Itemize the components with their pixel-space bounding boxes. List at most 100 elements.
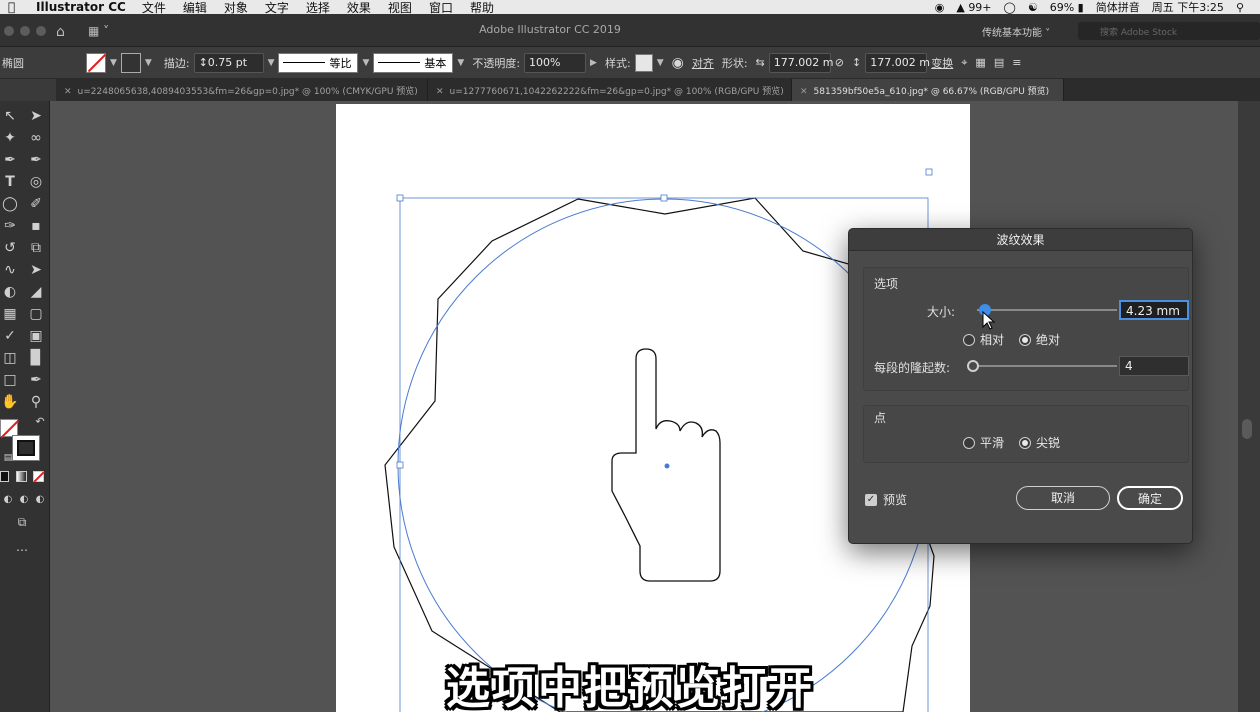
menu-edit[interactable]: 编辑 [183,0,207,15]
none-mode-icon[interactable] [33,471,45,483]
panel-menu-icon[interactable]: ≡ [1012,56,1021,69]
menu-object[interactable]: 对象 [224,0,248,15]
workspace-switcher[interactable]: 传统基本功能 ˅ [982,24,1050,39]
close-icon[interactable]: ✕ [64,87,72,97]
eraser-tool-icon[interactable]: ▪ [26,217,46,235]
blend-tool-icon[interactable]: ▣ [26,327,46,345]
selection-tool-icon[interactable]: ↖ [0,107,20,125]
mesh-tool-icon[interactable]: ▦ [0,305,20,323]
sync-icon[interactable]: ◯ [1004,1,1016,14]
isolate-icon[interactable]: ⌖ [961,56,967,70]
size-input[interactable]: 4.23 mm [1119,300,1189,320]
menu-effect[interactable]: 效果 [347,0,371,15]
chevron-down-icon[interactable]: ▼ [268,58,275,68]
ellipse-tool-icon[interactable]: ◯ [0,195,20,213]
ridges-slider[interactable] [971,365,1117,367]
gradient-tool-icon[interactable]: ▢ [26,305,46,323]
slice-tool-icon[interactable]: ✒ [26,371,46,389]
chevron-down-icon[interactable]: ▼ [110,58,117,68]
type-tool-icon[interactable]: T [0,173,20,191]
tab-document-2[interactable]: ✕ u=1277760671,1042262222&fm=26&gp=0.jpg*… [428,79,792,101]
color-mode-icon[interactable] [0,471,9,482]
chevron-right-icon[interactable]: ▶ [590,58,597,68]
arrange-icon[interactable]: ▦ [975,56,985,69]
curvature-tool-icon[interactable]: ✒ [26,151,46,169]
app-menu[interactable]: Illustrator CC [36,0,126,14]
symbol-sprayer-tool-icon[interactable]: ◫ [0,349,20,367]
close-icon[interactable]: ✕ [800,87,808,97]
size-slider[interactable] [977,309,1117,311]
relative-radio[interactable]: 相对 [963,331,1004,348]
draw-inside-icon[interactable]: ◐ [30,491,50,509]
shaper-tool-icon[interactable]: ✑ [0,217,20,235]
stock-search-input[interactable]: 搜索 Adobe Stock [1078,22,1260,40]
input-method[interactable]: 简体拼音 [1096,0,1140,14]
eyedropper-tool-icon[interactable]: ✓ [0,327,20,345]
opacity-input[interactable]: 100% [524,52,587,73]
close-icon[interactable]: ✕ [436,87,444,97]
column-graph-tool-icon[interactable]: ▉ [26,349,46,367]
notification-badge[interactable]: ▲ 99+ [956,1,991,14]
edit-toolbar-icon[interactable]: ⋯ [12,541,32,559]
fill-swatch[interactable] [86,52,106,73]
pen-tool-icon[interactable]: ✒ [0,151,20,169]
variable-width-profile[interactable]: 等比 [278,52,359,73]
ridges-input[interactable]: 4 [1119,356,1189,376]
wifi-icon[interactable]: ☯ [1028,1,1038,14]
ok-button[interactable]: 确定 [1117,486,1183,510]
ridges-slider-knob[interactable] [967,360,979,372]
battery-status[interactable]: 69% ▮ [1050,1,1084,14]
warp-tool-icon[interactable]: ∿ [0,261,20,279]
perspective-grid-tool-icon[interactable]: ◢ [26,283,46,301]
direct-selection-tool-icon[interactable]: ➤ [26,107,46,125]
menu-view[interactable]: 视图 [388,0,412,15]
constrain-proportions-icon[interactable]: ⊘ [835,56,844,69]
absolute-radio[interactable]: 绝对 [1019,331,1060,348]
default-colors-icon[interactable]: ▤ [0,449,18,467]
zoom-tool-icon[interactable]: ⚲ [26,393,46,411]
tab-document-3[interactable]: ✕ 581359bf50e5a_610.jpg* @ 66.67% (RGB/GP… [792,79,1064,101]
transform-link[interactable]: 变换 [931,55,953,71]
puppet-warp-tool-icon[interactable]: ➤ [26,261,46,279]
tab-document-1[interactable]: ✕ u=2248065638,4089403553&fm=26&gp=0.jpg*… [56,79,428,101]
chevron-down-icon[interactable]: ▼ [657,58,664,68]
chevron-down-icon[interactable]: ▼ [362,58,369,68]
height-input[interactable]: 177.002 m [865,52,930,73]
clock[interactable]: 周五 下午3:25 [1152,0,1224,14]
align-link[interactable]: 对齐 [692,55,714,71]
preview-checkbox[interactable]: ✓ 预览 [865,491,907,508]
menu-type[interactable]: 文字 [265,0,289,15]
recolor-icon[interactable]: ◉ [672,55,684,71]
corner-radio[interactable]: 尖锐 [1019,434,1060,451]
stroke-swatch[interactable] [120,52,141,73]
gradient-mode-icon[interactable] [16,471,27,482]
menu-help[interactable]: 帮助 [470,0,494,15]
scrollbar-thumb[interactable] [1242,419,1252,439]
smooth-radio[interactable]: 平滑 [963,434,1004,451]
width-input[interactable]: 177.002 m [768,52,833,73]
paintbrush-tool-icon[interactable]: ✐ [26,195,46,213]
spotlight-icon[interactable]: ⚲ [1236,1,1244,14]
record-icon[interactable]: ◉ [935,1,945,14]
hand-tool-icon[interactable]: ✋ [0,393,20,411]
shape-builder-tool-icon[interactable]: ◐ [0,283,20,301]
menu-file[interactable]: 文件 [142,0,166,15]
stroke-weight-input[interactable]: ↕ 0.75 pt [193,52,264,73]
swap-colors-icon[interactable]: ↶ [30,413,50,431]
menu-window[interactable]: 窗口 [429,0,453,15]
lasso-tool-icon[interactable]: ∞ [26,129,46,147]
chevron-down-icon[interactable]: ▼ [145,58,152,68]
cancel-button[interactable]: 取消 [1016,486,1110,510]
menu-select[interactable]: 选择 [306,0,330,15]
graphic-style-swatch[interactable] [634,53,653,72]
vertical-scrollbar[interactable] [1238,101,1260,712]
apple-icon[interactable]:  [8,0,24,14]
rotate-tool-icon[interactable]: ↺ [0,239,20,257]
artboard-tool-icon[interactable]: □ [0,371,20,389]
screen-mode-icon[interactable]: ⧉ [12,513,32,531]
chevron-down-icon[interactable]: ▼ [457,58,464,68]
scale-tool-icon[interactable]: ⧉ [26,239,46,257]
envelope-icon[interactable]: ▤ [994,56,1004,69]
brush-definition[interactable]: 基本 [373,52,454,73]
magic-wand-tool-icon[interactable]: ✦ [0,129,20,147]
